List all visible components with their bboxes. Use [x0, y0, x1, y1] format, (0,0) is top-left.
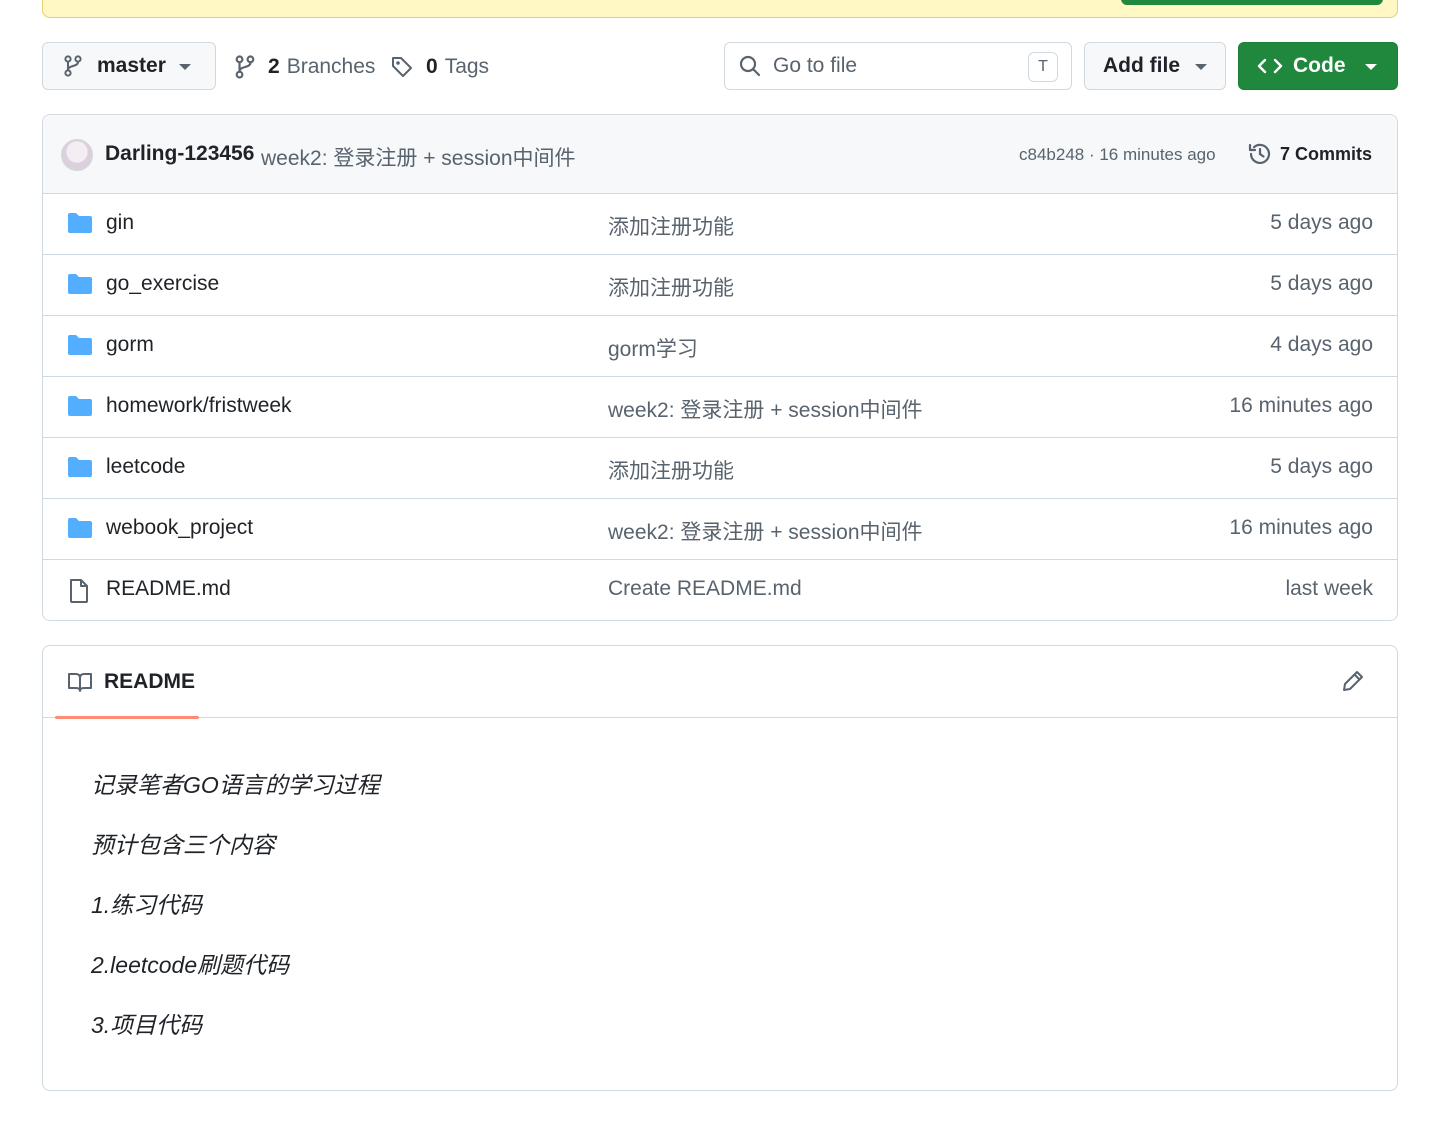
readme-line: 2.leetcode刷题代码	[91, 952, 290, 978]
file-commit-age: 5 days ago	[1270, 211, 1373, 234]
file-commit-message[interactable]: week2: 登录注册 + session中间件	[608, 394, 923, 424]
file-commit-message[interactable]: week2: 登录注册 + session中间件	[608, 516, 923, 546]
file-commit-age: 16 minutes ago	[1229, 394, 1373, 417]
file-name[interactable]: homework/fristweek	[106, 394, 292, 418]
tags-label: Tags	[444, 55, 490, 78]
latest-commit-bar: Darling-123456 week2: 登录注册 + session中间件 …	[43, 115, 1397, 194]
readme-line: 预计包含三个内容	[91, 832, 275, 858]
branches-link[interactable]: 2 Branches	[234, 52, 375, 82]
git-branch-icon	[64, 55, 82, 77]
file-list: Darling-123456 week2: 登录注册 + session中间件 …	[42, 114, 1398, 621]
folder-icon	[68, 396, 92, 416]
file-commit-age: 16 minutes ago	[1229, 516, 1373, 539]
go-to-file-input[interactable]: Go to file T	[724, 42, 1072, 90]
chevron-down-icon	[1195, 64, 1207, 70]
readme-line: 记录笔者GO语言的学习过程	[91, 772, 380, 798]
tags-count: 0	[426, 55, 438, 78]
table-row[interactable]: leetcode 添加注册功能 5 days ago	[43, 438, 1397, 499]
code-button[interactable]: Code	[1238, 42, 1398, 90]
pencil-icon[interactable]	[1341, 669, 1365, 693]
file-name[interactable]: README.md	[106, 577, 231, 601]
code-icon	[1257, 58, 1283, 74]
file-commit-age: last week	[1285, 577, 1373, 600]
notice-banner	[42, 0, 1398, 18]
file-commit-age: 5 days ago	[1270, 455, 1373, 478]
folder-icon	[68, 457, 92, 477]
table-row[interactable]: homework/fristweek week2: 登录注册 + session…	[43, 377, 1397, 438]
readme-line: 1.练习代码	[91, 892, 203, 918]
file-commit-message[interactable]: gorm学习	[608, 333, 698, 363]
branch-select-button[interactable]: master	[42, 42, 216, 90]
folder-icon	[68, 274, 92, 294]
commits-link[interactable]: 7 Commits	[1247, 141, 1372, 167]
tab-readme[interactable]: README	[67, 670, 195, 694]
file-name[interactable]: webook_project	[106, 516, 253, 540]
branches-label: Branches	[286, 55, 376, 78]
readme-header: README	[43, 646, 1397, 719]
file-name[interactable]: leetcode	[106, 455, 185, 479]
readme-tab-label: README	[104, 670, 196, 693]
git-branch-icon	[235, 55, 255, 79]
folder-icon	[68, 213, 92, 233]
banner-action-button[interactable]	[1121, 0, 1383, 5]
table-row[interactable]: gorm gorm学习 4 days ago	[43, 316, 1397, 377]
folder-icon	[68, 335, 92, 355]
avatar[interactable]	[61, 139, 93, 171]
active-tab-indicator	[55, 716, 199, 719]
commit-author[interactable]: Darling-123456	[105, 142, 254, 166]
chevron-down-icon	[179, 64, 191, 70]
chevron-down-icon	[1365, 64, 1377, 70]
branch-name: master	[97, 54, 166, 77]
add-file-label: Add file	[1103, 54, 1180, 77]
code-label: Code	[1293, 54, 1346, 77]
table-row[interactable]: webook_project week2: 登录注册 + session中间件 …	[43, 499, 1397, 560]
table-row[interactable]: gin 添加注册功能 5 days ago	[43, 194, 1397, 255]
add-file-button[interactable]: Add file	[1084, 42, 1226, 90]
search-shortcut-key: T	[1028, 52, 1058, 82]
table-row[interactable]: README.md Create README.md last week	[43, 560, 1397, 620]
commit-hash-time[interactable]: c84b248 · 16 minutes ago	[1019, 145, 1216, 165]
history-icon	[1248, 143, 1271, 164]
file-commit-message[interactable]: 添加注册功能	[608, 272, 734, 302]
file-commit-message[interactable]: Create README.md	[608, 577, 802, 601]
search-icon	[739, 55, 761, 77]
folder-icon	[68, 518, 92, 538]
search-placeholder: Go to file	[773, 54, 858, 77]
commit-message[interactable]: week2: 登录注册 + session中间件	[261, 142, 576, 172]
file-commit-age: 4 days ago	[1270, 333, 1373, 356]
file-name[interactable]: go_exercise	[106, 272, 219, 296]
tag-icon	[392, 57, 412, 77]
tags-link[interactable]: 0 Tags	[390, 52, 489, 82]
file-commit-message[interactable]: 添加注册功能	[608, 455, 734, 485]
file-name[interactable]: gin	[106, 211, 134, 235]
commits-count: 7 Commits	[1280, 143, 1373, 164]
branches-count: 2	[268, 55, 280, 78]
file-commit-message[interactable]: 添加注册功能	[608, 211, 734, 241]
file-commit-age: 5 days ago	[1270, 272, 1373, 295]
readme-line: 3.项目代码	[91, 1012, 203, 1038]
readme-panel: README 记录笔者GO语言的学习过程 预计包含三个内容 1.练习代码 2.l…	[42, 645, 1398, 1091]
readme-content: 记录笔者GO语言的学习过程 预计包含三个内容 1.练习代码 2.leetcode…	[91, 768, 380, 1068]
file-icon	[70, 579, 88, 603]
table-row[interactable]: go_exercise 添加注册功能 5 days ago	[43, 255, 1397, 316]
book-icon	[68, 673, 92, 692]
file-name[interactable]: gorm	[106, 333, 154, 357]
